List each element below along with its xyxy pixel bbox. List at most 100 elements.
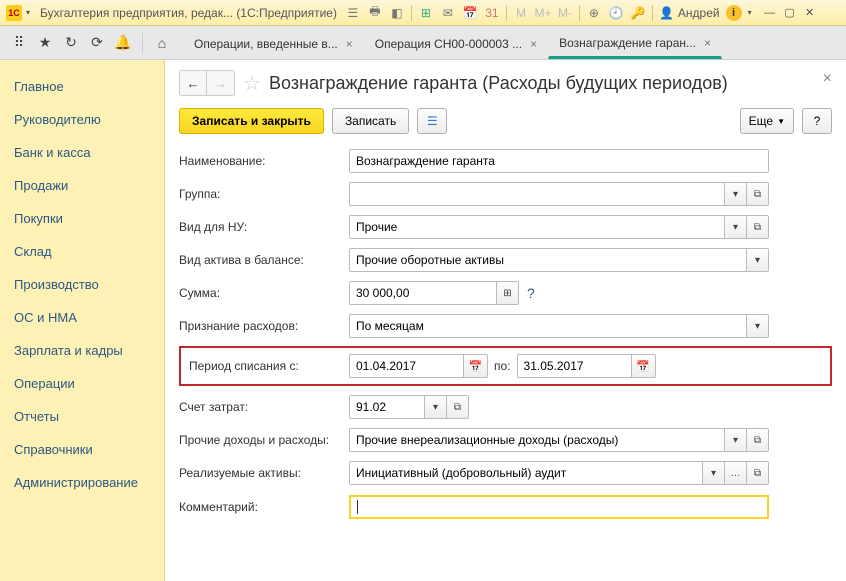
dropdown-button[interactable]: ▾ xyxy=(725,428,747,452)
chevron-down-icon: ▼ xyxy=(777,117,785,126)
asset-input[interactable]: Прочие оборотные активы xyxy=(349,248,747,272)
tab-operations[interactable]: Операции, введенные в... × xyxy=(183,29,364,59)
close-window-button[interactable]: ✕ xyxy=(802,6,818,20)
sidebar-item-hr[interactable]: Зарплата и кадры xyxy=(0,334,164,367)
compare-icon[interactable]: ◧ xyxy=(389,5,405,21)
forward-button[interactable]: → xyxy=(207,70,235,96)
user-label[interactable]: 👤 Андрей xyxy=(659,6,720,20)
open-button[interactable]: ⧉ xyxy=(747,428,769,452)
sum-input[interactable]: 30 000,00 xyxy=(349,281,497,305)
mail-icon[interactable]: ✉ xyxy=(440,5,456,21)
home-icon[interactable]: ⌂ xyxy=(151,32,173,54)
period-from-input[interactable]: 01.04.2017 xyxy=(349,354,464,378)
row-period-highlighted: Период списания с: 01.04.2017 📅 по: 31.0… xyxy=(179,346,832,386)
tab-operation-doc[interactable]: Операция СН00-000003 ... × xyxy=(364,29,548,59)
dropdown-button[interactable]: ▾ xyxy=(425,395,447,419)
group-label: Группа: xyxy=(179,187,349,201)
tab-reward[interactable]: Вознаграждение гаран... × xyxy=(548,29,722,59)
tab-bar: ⠿ ★ ↻ ⟳ 🔔 ⌂ Операции, введенные в... × О… xyxy=(0,26,846,60)
app-menu-dropdown[interactable]: ▾ xyxy=(26,8,36,17)
close-doc-button[interactable]: × xyxy=(823,70,832,88)
document-header: ← → ☆ Вознаграждение гаранта (Расходы бу… xyxy=(179,70,832,96)
key-icon[interactable]: 🔑 xyxy=(630,5,646,21)
list-button[interactable]: ☰ xyxy=(417,108,447,134)
period-to-input[interactable]: 31.05.2017 xyxy=(517,354,632,378)
calc-button[interactable]: ⊞ xyxy=(497,281,519,305)
dropdown-button[interactable]: ▾ xyxy=(725,182,747,206)
assets-input[interactable]: Инициативный (добровольный) аудит xyxy=(349,461,703,485)
calculator-icon[interactable]: ⊞ xyxy=(418,5,434,21)
sidebar-item-manager[interactable]: Руководителю xyxy=(0,103,164,136)
dropdown-button[interactable]: ▾ xyxy=(747,248,769,272)
period-dates: 01.04.2017 📅 по: 31.05.2017 📅 xyxy=(349,354,656,378)
sidebar-item-sales[interactable]: Продажи xyxy=(0,169,164,202)
nu-input[interactable]: Прочие xyxy=(349,215,725,239)
history-icon[interactable]: ⟳ xyxy=(86,32,108,54)
tab-label: Операция СН00-000003 ... xyxy=(375,37,522,51)
m-minus-icon[interactable]: M- xyxy=(557,5,573,21)
link-icon[interactable]: ↻ xyxy=(60,32,82,54)
name-input[interactable]: Вознаграждение гаранта xyxy=(349,149,769,173)
zoom-icon[interactable]: ⊕ xyxy=(586,5,602,21)
tab-label: Операции, введенные в... xyxy=(194,37,338,51)
separator xyxy=(142,33,143,53)
comment-label: Комментарий: xyxy=(179,500,349,514)
sidebar-item-purchases[interactable]: Покупки xyxy=(0,202,164,235)
dropdown-button[interactable]: ▾ xyxy=(725,215,747,239)
save-button[interactable]: Записать xyxy=(332,108,409,134)
apps-icon[interactable]: ⠿ xyxy=(8,32,30,54)
dropdown-button[interactable]: ▾ xyxy=(703,461,725,485)
calendar-icon[interactable]: 📅 xyxy=(462,5,478,21)
info-icon[interactable]: i xyxy=(726,5,742,21)
calendar-icon[interactable]: 📅 xyxy=(464,354,488,378)
save-close-button[interactable]: Записать и закрыть xyxy=(179,108,324,134)
help-icon[interactable]: ? xyxy=(527,285,535,301)
sidebar-item-main[interactable]: Главное xyxy=(0,70,164,103)
bell-icon[interactable]: 🔔 xyxy=(112,32,134,54)
titlebar-toolbar: ☰ 🖶 ◧ ⊞ ✉ 📅 31 M M+ M- ⊕ 🕘 🔑 👤 Андрей i … xyxy=(345,5,758,21)
sidebar-item-production[interactable]: Производство xyxy=(0,268,164,301)
main-area: Главное Руководителю Банк и касса Продаж… xyxy=(0,60,846,581)
favorite-star-icon[interactable]: ☆ xyxy=(243,71,261,96)
minimize-button[interactable]: — xyxy=(762,6,778,20)
star-icon[interactable]: ★ xyxy=(34,32,56,54)
sidebar-item-bank[interactable]: Банк и касса xyxy=(0,136,164,169)
m-tool-icon[interactable]: M xyxy=(513,5,529,21)
income-input[interactable]: Прочие внереализационные доходы (расходы… xyxy=(349,428,725,452)
sidebar-item-operations[interactable]: Операции xyxy=(0,367,164,400)
sidebar-item-admin[interactable]: Администрирование xyxy=(0,466,164,499)
close-icon[interactable]: × xyxy=(346,37,353,51)
close-icon[interactable]: × xyxy=(530,37,537,51)
help-button[interactable]: ? xyxy=(802,108,832,134)
open-button[interactable]: ⧉ xyxy=(447,395,469,419)
ellipsis-button[interactable]: … xyxy=(725,461,747,485)
sidebar-item-reports[interactable]: Отчеты xyxy=(0,400,164,433)
m-plus-icon[interactable]: M+ xyxy=(535,5,551,21)
sidebar-item-warehouse[interactable]: Склад xyxy=(0,235,164,268)
separator xyxy=(411,5,412,21)
maximize-button[interactable]: ▢ xyxy=(782,6,798,20)
sidebar-item-catalogs[interactable]: Справочники xyxy=(0,433,164,466)
period-label: Период списания с: xyxy=(189,359,349,373)
close-icon[interactable]: × xyxy=(704,36,711,50)
recognition-input[interactable]: По месяцам xyxy=(349,314,747,338)
comment-input[interactable] xyxy=(349,495,769,519)
open-button[interactable]: ⧉ xyxy=(747,182,769,206)
date-icon[interactable]: 31 xyxy=(484,5,500,21)
preview-icon[interactable]: ☰ xyxy=(345,5,361,21)
dropdown-button[interactable]: ▾ xyxy=(747,314,769,338)
row-name: Наименование: Вознаграждение гаранта xyxy=(179,148,832,174)
clock-icon[interactable]: 🕘 xyxy=(608,5,624,21)
open-button[interactable]: ⧉ xyxy=(747,461,769,485)
open-button[interactable]: ⧉ xyxy=(747,215,769,239)
row-group: Группа: ▾ ⧉ xyxy=(179,181,832,207)
print-icon[interactable]: 🖶 xyxy=(367,5,383,21)
calendar-icon[interactable]: 📅 xyxy=(632,354,656,378)
more-button[interactable]: Еще▼ xyxy=(740,108,794,134)
account-input[interactable]: 91.02 xyxy=(349,395,425,419)
info-dropdown[interactable]: ▾ xyxy=(748,8,758,17)
sidebar-item-assets[interactable]: ОС и НМА xyxy=(0,301,164,334)
back-button[interactable]: ← xyxy=(179,70,207,96)
group-input[interactable] xyxy=(349,182,725,206)
document-title: Вознаграждение гаранта (Расходы будущих … xyxy=(269,73,832,94)
